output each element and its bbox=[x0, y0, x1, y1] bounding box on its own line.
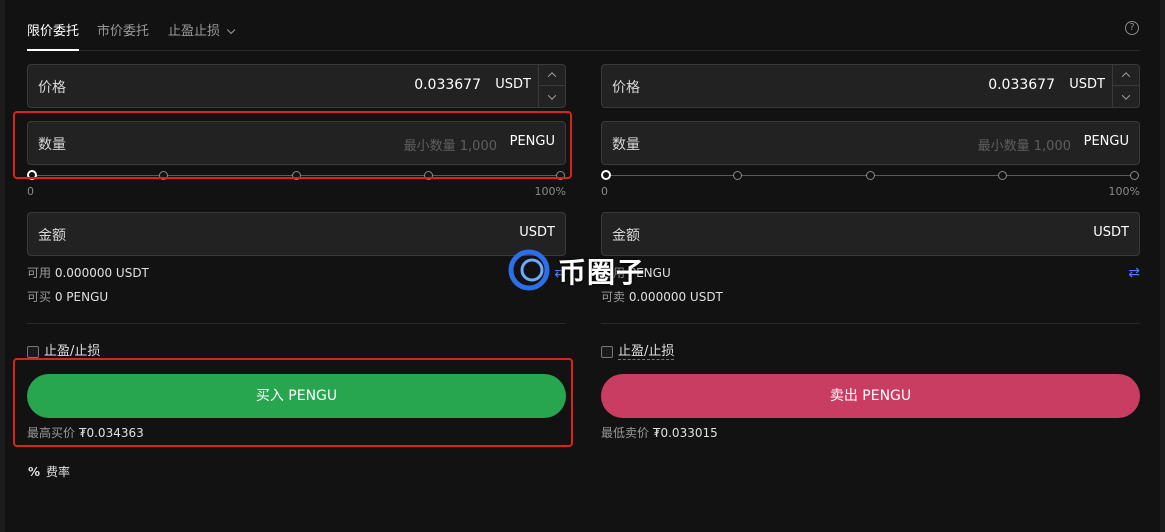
increment-button[interactable] bbox=[1113, 65, 1139, 86]
sell-amount-label: 金额 bbox=[612, 228, 640, 244]
sell-tpsl-toggle[interactable]: 止盈/止损 bbox=[601, 344, 1140, 360]
window-edge-left bbox=[0, 0, 5, 532]
buy-available: 可用 0.000000 USDT ⇄ bbox=[27, 265, 566, 281]
buy-quantity-placeholder: 最小数量 1,000 bbox=[403, 139, 497, 154]
chevron-up-icon bbox=[1121, 72, 1131, 81]
watermark-circle-icon bbox=[508, 249, 550, 291]
buy-best-value: ₮0.034363 bbox=[78, 426, 144, 440]
sell-price-field[interactable]: 价格 0.033677 USDT bbox=[601, 64, 1140, 108]
buy-available-value: 0.000000 USDT bbox=[54, 266, 149, 280]
buy-available-label: 可用 bbox=[27, 266, 52, 280]
watermark-text: 币圈子 bbox=[558, 256, 646, 289]
sell-quantity-label: 数量 bbox=[612, 137, 640, 153]
buy-price-value[interactable]: 0.033677 bbox=[414, 77, 481, 93]
buy-tpsl-toggle[interactable]: 止盈/止损 bbox=[27, 344, 566, 360]
chevron-down-icon bbox=[547, 90, 557, 100]
slider-step-75[interactable] bbox=[998, 171, 1007, 180]
buy-can-trade-value: 0 PENGU bbox=[54, 290, 109, 304]
active-tab-indicator bbox=[27, 49, 79, 51]
buy-quantity-field[interactable]: 数量 最小数量 1,000 PENGU bbox=[27, 121, 566, 165]
sell-button[interactable]: 卖出 PENGU bbox=[601, 374, 1140, 418]
fee-rate-label: 费率 bbox=[46, 465, 71, 479]
tpsl-label: 止盈/止损 bbox=[44, 344, 101, 360]
buy-can-trade-label: 可买 bbox=[27, 290, 52, 304]
buy-button[interactable]: 买入 PENGU bbox=[27, 374, 566, 418]
sell-quantity-unit: PENGU bbox=[1083, 134, 1129, 149]
decrement-button[interactable] bbox=[1113, 86, 1139, 107]
divider bbox=[601, 323, 1140, 324]
tab-tp-sl-label: 止盈止损 bbox=[168, 24, 221, 39]
decrement-button[interactable] bbox=[539, 86, 565, 107]
sell-panel: 价格 0.033677 USDT 数量 最小数量 1,000 PENGU 0 1… bbox=[601, 64, 1140, 441]
buy-amount-unit: USDT bbox=[519, 225, 555, 240]
tpsl-checkbox[interactable] bbox=[27, 346, 39, 358]
slider-step-25[interactable] bbox=[733, 171, 742, 180]
buy-best-label: 最高买价 bbox=[27, 426, 76, 440]
sell-quantity-slider[interactable]: 0 100% bbox=[601, 165, 1140, 201]
sell-best-price: 最低卖价 ₮0.033015 bbox=[601, 424, 1140, 441]
sell-quantity-field[interactable]: 数量 最小数量 1,000 PENGU bbox=[601, 121, 1140, 165]
sell-can-trade: 可卖 0.000000 USDT bbox=[601, 289, 1140, 305]
tab-limit-order[interactable]: 限价委托 bbox=[27, 20, 79, 39]
slider-handle[interactable] bbox=[601, 170, 611, 180]
buy-price-stepper bbox=[538, 65, 565, 107]
slider-min-label: 0 bbox=[27, 185, 34, 198]
fee-rate-link[interactable]: % 费率 bbox=[28, 463, 70, 480]
buy-can-trade: 可买 0 PENGU bbox=[27, 289, 566, 305]
buy-quantity-label: 数量 bbox=[38, 137, 66, 153]
percent-icon: % bbox=[28, 465, 41, 479]
sell-best-value: ₮0.033015 bbox=[652, 426, 718, 440]
sell-price-stepper bbox=[1112, 65, 1139, 107]
buy-price-field[interactable]: 价格 0.033677 USDT bbox=[27, 64, 566, 108]
slider-step-50[interactable] bbox=[866, 171, 875, 180]
sell-best-label: 最低卖价 bbox=[601, 426, 650, 440]
slider-handle[interactable] bbox=[27, 170, 37, 180]
slider-min-label: 0 bbox=[601, 185, 608, 198]
tpsl-label: 止盈/止损 bbox=[618, 344, 675, 360]
sell-price-label: 价格 bbox=[612, 80, 640, 96]
buy-amount-field[interactable]: 金额 USDT bbox=[27, 212, 566, 256]
sell-amount-unit: USDT bbox=[1093, 225, 1129, 240]
slider-step-25[interactable] bbox=[159, 171, 168, 180]
slider-max-label: 100% bbox=[534, 185, 566, 198]
buy-panel: 价格 0.033677 USDT 数量 最小数量 1,000 PENGU 0 1… bbox=[27, 64, 566, 441]
tpsl-checkbox[interactable] bbox=[601, 346, 613, 358]
tab-tp-sl[interactable]: 止盈止损 bbox=[168, 20, 236, 39]
slider-step-100[interactable] bbox=[556, 171, 565, 180]
buy-price-label: 价格 bbox=[38, 80, 66, 96]
tab-market-order[interactable]: 市价委托 bbox=[97, 20, 149, 39]
chevron-down-icon bbox=[1121, 90, 1131, 100]
sell-price-unit: USDT bbox=[1069, 77, 1105, 92]
watermark-logo: 币圈子 bbox=[506, 245, 656, 295]
sell-quantity-placeholder: 最小数量 1,000 bbox=[977, 139, 1071, 154]
buy-quantity-unit: PENGU bbox=[509, 134, 555, 149]
chevron-up-icon bbox=[547, 72, 557, 81]
sell-price-value[interactable]: 0.033677 bbox=[988, 77, 1055, 93]
help-icon[interactable]: ? bbox=[1125, 21, 1139, 35]
buy-amount-label: 金额 bbox=[38, 228, 66, 244]
slider-max-label: 100% bbox=[1108, 185, 1140, 198]
window-edge-right bbox=[1160, 0, 1165, 532]
divider bbox=[27, 323, 566, 324]
buy-price-unit: USDT bbox=[495, 77, 531, 92]
slider-step-75[interactable] bbox=[424, 171, 433, 180]
chevron-down-icon bbox=[226, 25, 236, 35]
slider-step-100[interactable] bbox=[1130, 171, 1139, 180]
buy-best-price: 最高买价 ₮0.034363 bbox=[27, 424, 566, 441]
sell-amount-field[interactable]: 金额 USDT bbox=[601, 212, 1140, 256]
buy-quantity-slider[interactable]: 0 100% bbox=[27, 165, 566, 201]
swap-icon[interactable]: ⇄ bbox=[1128, 265, 1140, 281]
sell-available: 可用 PENGU ⇄ bbox=[601, 265, 1140, 281]
slider-step-50[interactable] bbox=[292, 171, 301, 180]
increment-button[interactable] bbox=[539, 65, 565, 86]
order-type-tabs: 限价委托 市价委托 止盈止损 ? bbox=[27, 18, 1140, 51]
